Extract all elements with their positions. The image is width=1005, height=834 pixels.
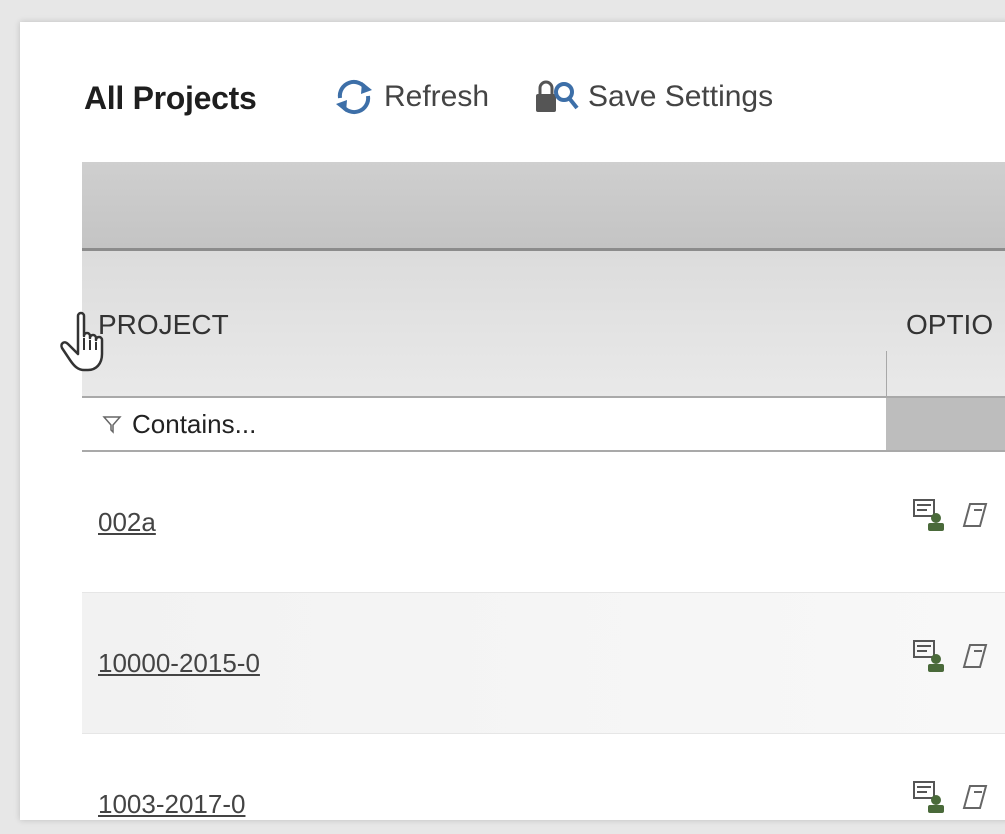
column-header-row: PROJECT OPTIO xyxy=(82,251,1005,396)
project-filter-cell xyxy=(82,398,887,450)
group-by-band[interactable] xyxy=(82,162,1005,251)
project-link[interactable]: 002a xyxy=(98,507,156,538)
project-filter-input[interactable] xyxy=(130,407,734,441)
table-row: 1003-2017-0 xyxy=(82,734,1005,820)
column-divider[interactable] xyxy=(886,351,887,396)
refresh-label: Refresh xyxy=(384,80,490,113)
projects-grid: PROJECT OPTIO 002a xyxy=(82,162,1005,820)
project-detail-icon[interactable] xyxy=(912,780,946,819)
toolbar: All Projects Refresh Save Settings xyxy=(20,22,1005,162)
table-row: 10000-2015-0 xyxy=(82,593,1005,734)
row-options xyxy=(912,498,990,537)
save-settings-label: Save Settings xyxy=(588,80,774,113)
row-options xyxy=(912,780,990,819)
column-header-project[interactable]: PROJECT xyxy=(98,309,229,341)
options-filter-cell xyxy=(887,398,1005,450)
save-settings-icon xyxy=(532,78,580,116)
row-options xyxy=(912,639,990,678)
edit-icon[interactable] xyxy=(960,639,990,678)
projects-panel: All Projects Refresh Save Settings PROJE… xyxy=(20,22,1005,820)
project-detail-icon[interactable] xyxy=(912,639,946,678)
filter-icon[interactable] xyxy=(102,414,122,434)
column-header-options[interactable]: OPTIO xyxy=(906,309,993,341)
project-detail-icon[interactable] xyxy=(912,498,946,537)
refresh-button[interactable]: Refresh xyxy=(332,78,489,116)
table-row: 002a xyxy=(82,452,1005,593)
edit-icon[interactable] xyxy=(960,780,990,819)
project-link[interactable]: 10000-2015-0 xyxy=(98,648,260,679)
save-settings-button[interactable]: Save Settings xyxy=(532,78,773,116)
project-link[interactable]: 1003-2017-0 xyxy=(98,789,245,820)
edit-icon[interactable] xyxy=(960,498,990,537)
page-title: All Projects xyxy=(84,80,257,116)
refresh-icon xyxy=(332,78,376,116)
filter-row xyxy=(82,396,1005,452)
